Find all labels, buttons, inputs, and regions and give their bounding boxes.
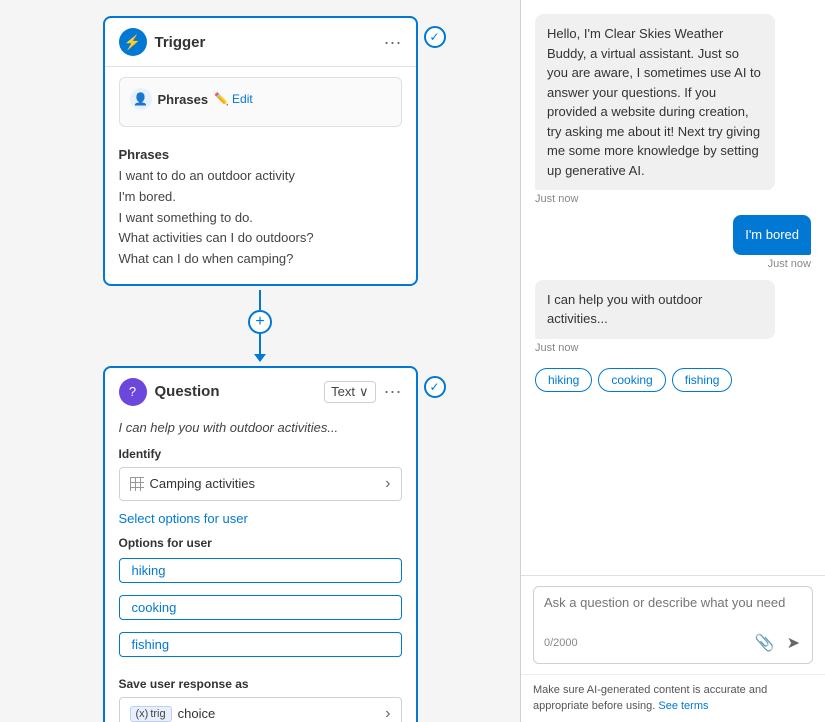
save-response-chevron-icon bbox=[385, 705, 390, 722]
phrases-content: Phrases I want to do an outdoor activity… bbox=[105, 137, 416, 284]
trigger-title: Trigger bbox=[155, 34, 206, 51]
see-terms-link[interactable]: See terms bbox=[658, 700, 708, 712]
left-panel: ⚡ Trigger ··· 👤 Phrases ✏️ Edit Phrases … bbox=[0, 0, 520, 722]
chat-input[interactable] bbox=[544, 595, 802, 625]
trigger-header-left: ⚡ Trigger bbox=[119, 28, 206, 56]
chat-input-icons: 📎 ➤ bbox=[753, 631, 802, 655]
save-response-label: Save user response as bbox=[119, 677, 402, 691]
chat-timestamp-bot-2: Just now bbox=[535, 342, 578, 354]
trigger-card: ⚡ Trigger ··· 👤 Phrases ✏️ Edit Phrases … bbox=[103, 16, 418, 286]
chat-input-area: 0/2000 📎 ➤ bbox=[521, 575, 825, 674]
text-type-badge[interactable]: Text ∨ bbox=[324, 381, 375, 403]
phrase-item: I'm bored. bbox=[119, 187, 402, 208]
chat-row-bot-2: I can help you with outdoor activities..… bbox=[535, 280, 811, 354]
phrases-label: Phrases bbox=[119, 147, 402, 162]
chat-chip-fishing[interactable]: fishing bbox=[672, 368, 733, 392]
question-title: Question bbox=[155, 383, 220, 400]
chat-panel: Hello, I'm Clear Skies Weather Buddy, a … bbox=[521, 0, 825, 575]
trigger-icon: ⚡ bbox=[119, 28, 147, 56]
chat-timestamp-bot-1: Just now bbox=[535, 193, 578, 205]
chat-bubble-bot-1: Hello, I'm Clear Skies Weather Buddy, a … bbox=[535, 14, 775, 190]
chat-bubble-bot-2: I can help you with outdoor activities..… bbox=[535, 280, 775, 339]
option-tag-fishing[interactable]: fishing bbox=[119, 632, 402, 657]
trigger-header: ⚡ Trigger ··· bbox=[105, 18, 416, 67]
select-options-link[interactable]: Select options for user bbox=[119, 511, 402, 526]
add-step-button[interactable]: + bbox=[248, 310, 272, 334]
chat-chip-cooking[interactable]: cooking bbox=[598, 368, 665, 392]
connector: + bbox=[248, 290, 272, 362]
send-icon[interactable]: ➤ bbox=[785, 631, 802, 655]
identify-label: Identify bbox=[119, 447, 402, 461]
phrases-box: 👤 Phrases ✏️ Edit bbox=[119, 77, 402, 127]
connector-line-bottom bbox=[259, 334, 261, 354]
question-text: I can help you with outdoor activities..… bbox=[119, 420, 402, 435]
save-response-box[interactable]: (x) trig choice bbox=[119, 697, 402, 722]
question-menu-button[interactable]: ··· bbox=[384, 381, 402, 402]
phrase-item: I want something to do. bbox=[119, 208, 402, 229]
trigger-menu-button[interactable]: ··· bbox=[384, 32, 402, 53]
chat-row-bot-1: Hello, I'm Clear Skies Weather Buddy, a … bbox=[535, 14, 811, 205]
grid-icon bbox=[130, 477, 144, 491]
connector-line-top bbox=[259, 290, 261, 310]
option-tag-cooking[interactable]: cooking bbox=[119, 595, 402, 620]
connector-arrow bbox=[254, 354, 266, 362]
identify-chevron-right-icon bbox=[385, 475, 390, 493]
char-count: 0/2000 bbox=[544, 637, 578, 649]
chat-chip-hiking[interactable]: hiking bbox=[535, 368, 592, 392]
phrase-item: What activities can I do outdoors? bbox=[119, 228, 402, 249]
question-icon: ? bbox=[119, 378, 147, 406]
chat-footer: Make sure AI-generated content is accura… bbox=[521, 674, 825, 722]
options-label: Options for user bbox=[119, 536, 402, 550]
var-badge: (x) trig bbox=[130, 706, 172, 722]
chat-bubble-user-1: I'm bored bbox=[733, 215, 811, 255]
right-panel: Hello, I'm Clear Skies Weather Buddy, a … bbox=[521, 0, 825, 722]
attachment-icon[interactable]: 📎 bbox=[753, 631, 777, 655]
identify-select[interactable]: Camping activities bbox=[119, 467, 402, 501]
chat-option-chips: hiking cooking fishing bbox=[535, 368, 811, 392]
phrases-box-header: 👤 Phrases ✏️ Edit bbox=[130, 88, 391, 110]
trigger-check-icon: ✓ bbox=[424, 26, 446, 48]
chat-input-box: 0/2000 📎 ➤ bbox=[533, 586, 813, 664]
chevron-down-icon: ∨ bbox=[359, 384, 369, 400]
question-card: ? Question Text ∨ ··· I can help you wit… bbox=[103, 366, 418, 722]
save-response-left: (x) trig choice bbox=[130, 706, 216, 722]
edit-link[interactable]: ✏️ Edit bbox=[214, 92, 253, 106]
question-body: I can help you with outdoor activities..… bbox=[105, 416, 416, 722]
identify-select-left: Camping activities bbox=[130, 476, 256, 491]
chat-row-user-1: I'm bored Just now bbox=[535, 215, 811, 270]
chat-input-row: 0/2000 📎 ➤ bbox=[544, 631, 802, 655]
question-check-icon: ✓ bbox=[424, 376, 446, 398]
chat-timestamp-user-1: Just now bbox=[768, 258, 811, 270]
phrase-item: I want to do an outdoor activity bbox=[119, 166, 402, 187]
person-icon: 👤 bbox=[130, 88, 152, 110]
options-list: hiking cooking fishing bbox=[119, 558, 402, 663]
edit-pencil-icon: ✏️ bbox=[214, 92, 229, 106]
phrase-item: What can I do when camping? bbox=[119, 249, 402, 270]
option-tag-hiking[interactable]: hiking bbox=[119, 558, 402, 583]
phrases-box-title: Phrases bbox=[158, 92, 209, 107]
question-header: ? Question Text ∨ ··· bbox=[105, 368, 416, 416]
